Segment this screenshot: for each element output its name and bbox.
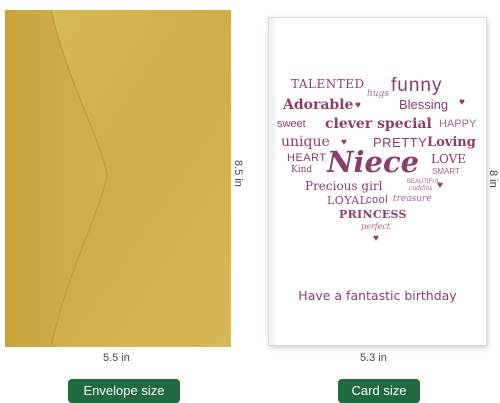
word-clever: clever <box>325 116 373 132</box>
word-adorable: Adorable <box>283 97 354 113</box>
word-princess: PRINCESS <box>339 208 407 221</box>
word-cool: cool <box>366 194 389 206</box>
word-funny: funny <box>391 75 443 96</box>
heart-icon: ♥ <box>437 180 443 191</box>
word-hugs: hugs <box>367 89 389 99</box>
greeting-card: TALENTED hugs funny Adorable ♥ Blessing … <box>268 17 487 346</box>
heart-icon: ♥ <box>373 233 379 244</box>
word-niece: Niece <box>327 145 420 179</box>
word-heart: HEART <box>287 152 327 164</box>
word-blessing: Blessing <box>399 97 449 112</box>
word-precious-girl: Precious girl <box>305 179 383 193</box>
word-kind: Kind <box>291 165 313 175</box>
word-sweet: sweet <box>277 118 306 130</box>
word-special: special <box>377 116 432 132</box>
envelope-image <box>5 9 231 348</box>
word-treasure: treasure <box>393 194 432 204</box>
card-size-caption: Card size <box>338 379 420 403</box>
word-happy: HAPPY <box>439 118 477 130</box>
heart-icon: ♥ <box>459 97 465 108</box>
word-smart: SMART <box>432 167 460 176</box>
word-talented: TALENTED <box>291 77 365 91</box>
heart-icon: ♥ <box>355 100 361 111</box>
word-perfect: perfect <box>361 222 391 231</box>
word-love: LOVE <box>431 152 467 166</box>
card-height-label: 8 in <box>487 170 499 188</box>
word-loyal: LOYAL <box>327 194 368 207</box>
word-loving: Loving <box>427 135 476 150</box>
word-cuddles: cuddles <box>409 185 433 192</box>
envelope-width-label: 5.5 in <box>103 352 130 364</box>
card-message: Have a fantastic birthday <box>298 288 457 303</box>
envelope-illustration <box>5 9 231 348</box>
envelope-size-caption: Envelope size <box>68 379 180 403</box>
card-width-label: 5.3 in <box>360 352 387 364</box>
word-unique: unique <box>281 134 330 150</box>
envelope-height-label: 8.5 in <box>232 160 244 187</box>
